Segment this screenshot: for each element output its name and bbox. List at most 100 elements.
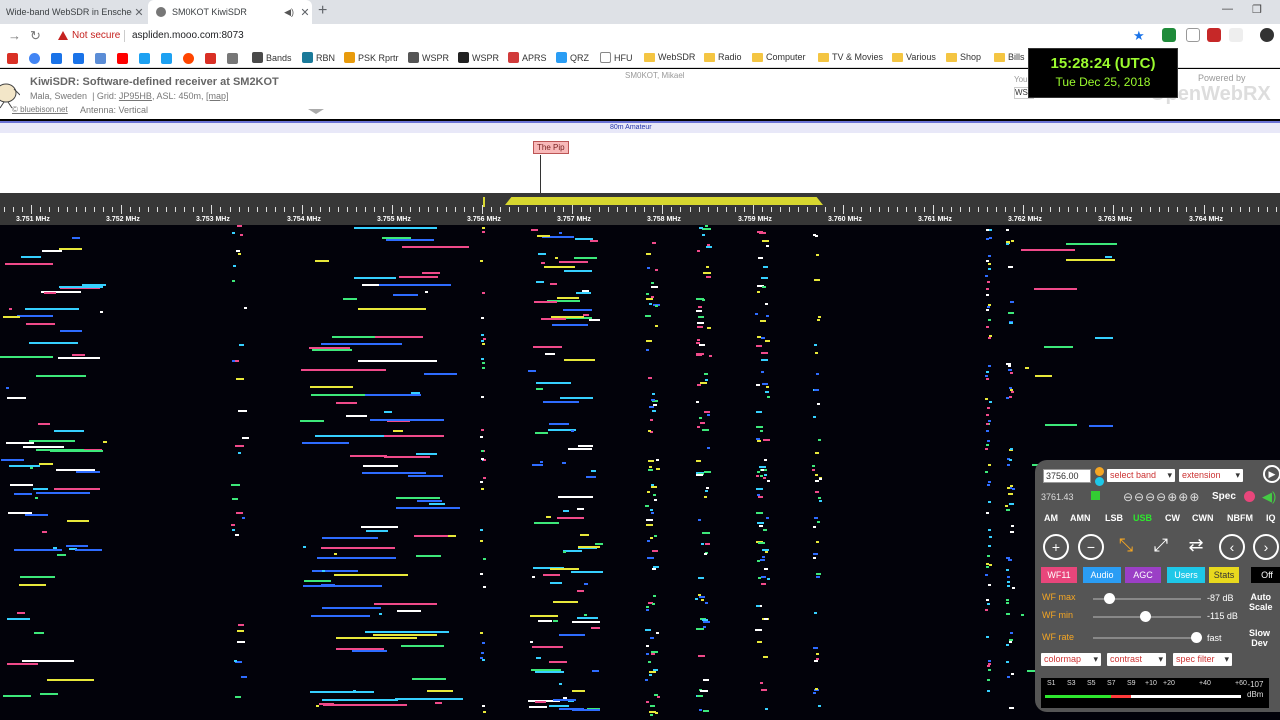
- freq-up-icon[interactable]: [1095, 467, 1104, 476]
- wf-min-knob[interactable]: [1140, 611, 1151, 622]
- page-left-icon[interactable]: ‹: [1219, 534, 1245, 560]
- station-label-the-pip[interactable]: The Pip: [533, 141, 569, 154]
- tab-agc[interactable]: AGC: [1125, 567, 1161, 583]
- mode-lsb-button[interactable]: LSB: [1105, 513, 1123, 523]
- passband-indicator[interactable]: [505, 197, 823, 205]
- extension-icon[interactable]: [1207, 28, 1221, 42]
- select-band-dropdown[interactable]: select band: [1107, 469, 1175, 482]
- tab-off[interactable]: Off: [1251, 567, 1280, 583]
- zoom-in-icon[interactable]: +: [1043, 534, 1069, 560]
- gmail-icon[interactable]: [7, 53, 18, 64]
- mode-cwn-button[interactable]: CWN: [1192, 513, 1214, 523]
- new-tab-button[interactable]: +: [318, 2, 327, 20]
- step-buttons[interactable]: ⊖⊖⊖⊖⊕⊕⊕: [1123, 490, 1200, 504]
- contrast-dropdown[interactable]: contrast: [1107, 653, 1166, 666]
- auto-scale-button[interactable]: Auto Scale: [1249, 592, 1273, 612]
- wf-rate-knob[interactable]: [1191, 632, 1202, 643]
- bookmark-icon[interactable]: [205, 53, 216, 64]
- bookmark-5[interactable]: APRS: [508, 52, 547, 63]
- scale-tick: [220, 207, 221, 212]
- bookmark-6[interactable]: QRZ: [556, 52, 589, 63]
- docs-icon[interactable]: [95, 53, 106, 64]
- extension-icon[interactable]: [1162, 28, 1176, 42]
- wf-max-knob[interactable]: [1104, 593, 1115, 604]
- profile-icon[interactable]: [1260, 28, 1274, 42]
- grid-link[interactable]: JP95HB: [119, 91, 152, 101]
- mode-amn-button[interactable]: AMN: [1070, 513, 1091, 523]
- speaker-icon[interactable]: ◀): [284, 7, 294, 18]
- tab-kiwisdr[interactable]: SM0KOT KiwiSDR ◀) ✕: [148, 0, 312, 24]
- extension-dropdown[interactable]: extension: [1179, 469, 1243, 482]
- map-link[interactable]: [map]: [206, 91, 229, 101]
- google-icon[interactable]: [29, 53, 40, 64]
- record-icon[interactable]: [1244, 491, 1255, 502]
- mode-iq-button[interactable]: IQ: [1266, 513, 1276, 523]
- bookmark-14[interactable]: Bills: [994, 52, 1025, 62]
- colormap-dropdown[interactable]: colormap: [1041, 653, 1101, 666]
- mode-cw-button[interactable]: CW: [1165, 513, 1180, 523]
- twitter-icon[interactable]: [161, 53, 172, 64]
- slow-dev-button[interactable]: Slow Dev: [1249, 628, 1270, 648]
- scale-tick: [148, 207, 149, 212]
- calendar-icon[interactable]: [73, 53, 84, 64]
- spec-filter-dropdown[interactable]: spec filter: [1173, 653, 1232, 666]
- bookmark-12[interactable]: Various: [892, 52, 936, 62]
- calendar-icon[interactable]: [51, 53, 62, 64]
- minimize-icon[interactable]: —: [1222, 3, 1233, 15]
- mode-am-button[interactable]: AM: [1044, 513, 1058, 523]
- reddit-icon[interactable]: [183, 53, 194, 64]
- bookmark-9[interactable]: Radio: [704, 52, 742, 62]
- bookmark-7[interactable]: HFU: [600, 52, 633, 63]
- tab-users[interactable]: Users: [1167, 567, 1205, 583]
- freq-down-icon[interactable]: [1095, 477, 1104, 486]
- tab-wf11[interactable]: WF11: [1041, 567, 1077, 583]
- youtube-icon[interactable]: [117, 53, 128, 64]
- spec-toggle[interactable]: Spec: [1212, 491, 1236, 502]
- bookmark-4[interactable]: WSPR: [458, 52, 499, 63]
- mode-usb-button[interactable]: USB: [1133, 513, 1152, 523]
- frequency-input[interactable]: 3756.00: [1043, 469, 1091, 483]
- tab-stats[interactable]: Stats: [1209, 567, 1239, 583]
- bookmark-10[interactable]: Computer: [752, 52, 806, 62]
- extension-icon[interactable]: [1229, 28, 1243, 42]
- wf-rate-slider[interactable]: [1093, 632, 1202, 643]
- bookmark-0[interactable]: Bands: [252, 52, 292, 63]
- wspr2-icon: [458, 52, 469, 63]
- bookmark-2[interactable]: PSK Rprtr: [344, 52, 399, 63]
- volume-icon[interactable]: ◀): [1262, 489, 1276, 505]
- forward-icon[interactable]: →: [8, 28, 21, 43]
- collapse-header-icon[interactable]: [308, 109, 324, 114]
- antenna-icon[interactable]: [227, 53, 238, 64]
- frequency-scale[interactable]: 3.751 MHz 3.752 MHz 3.753 MHz 3.754 MHz 3.75…: [0, 193, 1280, 225]
- bookmark-13[interactable]: Shop: [946, 52, 981, 62]
- mode-nbfm-button[interactable]: NBFM: [1227, 513, 1253, 523]
- zoom-max-icon[interactable]: ⤢: [1148, 534, 1174, 560]
- zoom-out-icon[interactable]: −: [1078, 534, 1104, 560]
- play-icon[interactable]: ▶: [1263, 465, 1280, 483]
- credit-link[interactable]: © bluebison.net: [12, 105, 68, 114]
- bookmark-11[interactable]: TV & Movies: [818, 52, 883, 62]
- security-indicator[interactable]: Not secure: [58, 30, 120, 41]
- folder-icon: [994, 52, 1005, 62]
- url-field[interactable]: aspliden.mooo.com:8073: [132, 30, 244, 41]
- swap-icon[interactable]: ⇄: [1183, 534, 1209, 560]
- rbn-icon: [302, 52, 313, 63]
- extension-icon[interactable]: [1186, 28, 1200, 42]
- bookmark-3[interactable]: WSPR: [408, 52, 449, 63]
- close-tab-icon[interactable]: ✕: [132, 6, 146, 19]
- maximize-icon[interactable]: ❐: [1252, 3, 1262, 16]
- close-tab-icon[interactable]: ✕: [298, 6, 312, 19]
- tab-websdr-enschede[interactable]: Wide-band WebSDR in Enschede ✕: [0, 0, 146, 24]
- tab-audio[interactable]: Audio: [1083, 567, 1121, 583]
- bookmark-8[interactable]: WebSDR: [644, 52, 695, 62]
- band-bar[interactable]: 80m Amateur: [0, 121, 1280, 133]
- bookmark-star-icon[interactable]: ★: [1133, 28, 1145, 44]
- wf-min-slider[interactable]: [1093, 611, 1201, 622]
- twitter-icon[interactable]: [139, 53, 150, 64]
- wf-max-slider[interactable]: [1093, 593, 1201, 604]
- lock-toggle[interactable]: [1091, 491, 1100, 500]
- page-right-icon[interactable]: ›: [1253, 534, 1279, 560]
- zoom-band-icon[interactable]: ⤡: [1113, 534, 1139, 560]
- reload-icon[interactable]: ↻: [30, 28, 41, 44]
- bookmark-1[interactable]: RBN: [302, 52, 335, 63]
